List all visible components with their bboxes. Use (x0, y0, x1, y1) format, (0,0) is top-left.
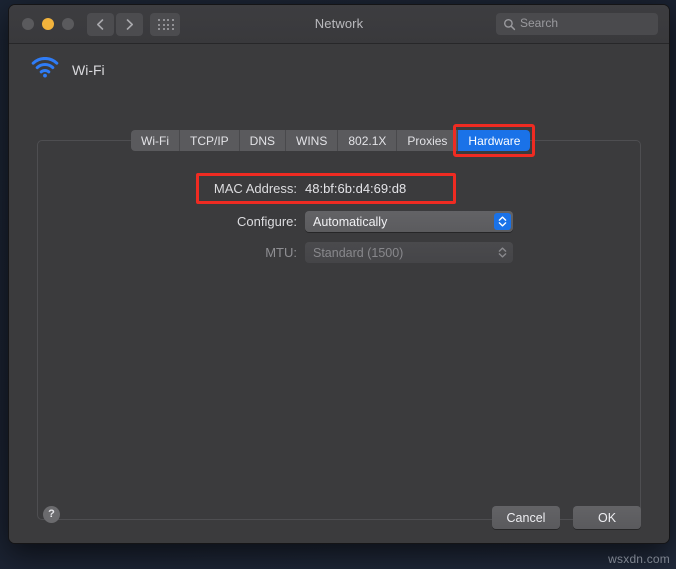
mac-address-value: 48:bf:6b:d4:69:d8 (305, 181, 407, 196)
tab-wins[interactable]: WINS (286, 130, 339, 151)
search-input[interactable]: Search (496, 13, 658, 35)
mac-address-row: MAC Address: 48:bf:6b:d4:69:d8 (38, 181, 640, 196)
service-name-label: Wi-Fi (72, 62, 105, 78)
desktop-background: Network Search Wi-Fi Wi-Fi TCP/IP DNS WI… (0, 0, 676, 569)
close-button[interactable] (22, 18, 34, 30)
search-icon (503, 18, 516, 36)
tab-proxies[interactable]: Proxies (397, 130, 459, 151)
configure-selected-value: Automatically (313, 214, 388, 229)
configure-row: Configure: Automatically (38, 211, 640, 232)
window-titlebar: Network Search (9, 5, 669, 44)
service-header: Wi-Fi (31, 56, 105, 83)
maximize-button[interactable] (62, 18, 74, 30)
configure-label: Configure: (237, 214, 297, 229)
mtu-dropdown: Standard (1500) (305, 242, 513, 263)
mtu-label: MTU: (265, 245, 297, 260)
watermark: wsxdn.com (608, 552, 670, 566)
tab-tcpip[interactable]: TCP/IP (179, 130, 240, 151)
mac-address-label: MAC Address: (213, 181, 297, 196)
ok-button[interactable]: OK (573, 506, 641, 529)
minimize-button[interactable] (42, 18, 54, 30)
window-body: Wi-Fi Wi-Fi TCP/IP DNS WINS 802.1X Proxi… (9, 44, 669, 543)
mtu-row: MTU: Standard (1500) (38, 242, 640, 263)
back-button[interactable] (87, 13, 114, 36)
tab-dns[interactable]: DNS (239, 130, 286, 151)
forward-button[interactable] (116, 13, 143, 36)
show-all-preferences-button[interactable] (150, 13, 180, 36)
settings-tabbar: Wi-Fi TCP/IP DNS WINS 802.1X Proxies Har… (131, 124, 536, 157)
chevron-updown-icon[interactable] (494, 213, 511, 230)
tab-8021x[interactable]: 802.1X (338, 130, 398, 151)
mtu-selected-value: Standard (1500) (313, 245, 404, 260)
configure-dropdown[interactable]: Automatically (305, 211, 513, 232)
tab-wifi[interactable]: Wi-Fi (131, 130, 180, 151)
hardware-settings-panel: MAC Address: 48:bf:6b:d4:69:d8 Configure… (37, 140, 641, 520)
network-preferences-window: Network Search Wi-Fi Wi-Fi TCP/IP DNS WI… (8, 4, 670, 544)
tab-hardware[interactable]: Hardware (453, 124, 536, 157)
help-button[interactable]: ? (43, 506, 60, 523)
search-placeholder: Search (520, 16, 559, 30)
wifi-icon (31, 56, 59, 83)
chevron-updown-icon-disabled (494, 244, 511, 261)
dialog-buttons: Cancel OK (492, 506, 641, 529)
cancel-button[interactable]: Cancel (492, 506, 560, 529)
all-preferences-grid-icon (158, 19, 175, 31)
